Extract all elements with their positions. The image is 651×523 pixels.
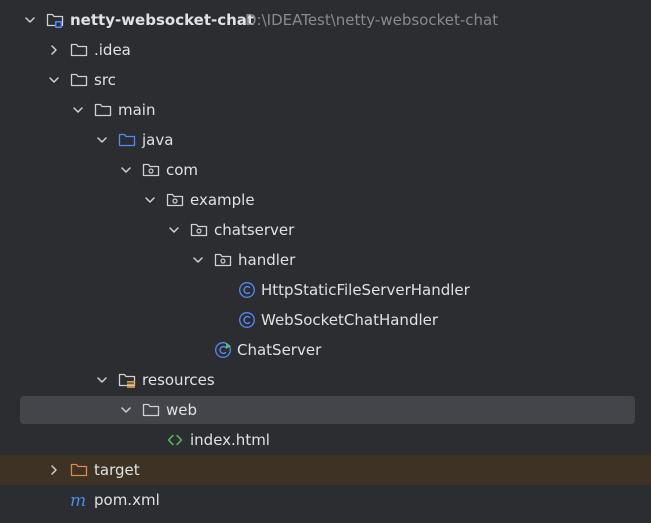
package-icon: [166, 193, 184, 207]
folder-icon: [94, 103, 112, 117]
chat-server-label: ChatServer: [237, 341, 322, 359]
folder-icon: [142, 403, 160, 417]
handler-label: handler: [238, 251, 296, 269]
java-main-class-icon: [215, 342, 231, 358]
chevron-right-icon[interactable]: [48, 44, 60, 56]
svg-text:m: m: [70, 491, 86, 509]
java-class-icon: [239, 282, 255, 298]
tree-row-ws-handler[interactable]: WebSocketChatHandler: [0, 305, 651, 335]
tree-row-pom[interactable]: m pom.xml: [0, 485, 651, 515]
root-path: D:\IDEATest\netty-websocket-chat: [245, 11, 499, 29]
package-icon: [214, 253, 232, 267]
tree-row-http-handler[interactable]: HttpStaticFileServerHandler: [0, 275, 651, 305]
chevron-right-icon[interactable]: [48, 464, 60, 476]
tree-row-java[interactable]: java: [0, 125, 651, 155]
tree-row-resources[interactable]: resources: [0, 365, 651, 395]
tree-bottom-edge: [0, 515, 651, 523]
tree-row-web[interactable]: web: [0, 395, 651, 425]
ws-handler-label: WebSocketChatHandler: [261, 311, 439, 329]
package-icon: [190, 223, 208, 237]
html-file-icon: [167, 434, 183, 446]
tree-row-main[interactable]: main: [0, 95, 651, 125]
chevron-down-icon[interactable]: [144, 194, 156, 206]
chevron-down-icon[interactable]: [120, 404, 132, 416]
src-label: src: [94, 71, 116, 89]
tree-row-target[interactable]: target: [0, 455, 651, 485]
tree-row-chat-server[interactable]: ChatServer: [0, 335, 651, 365]
chatserver-label: chatserver: [214, 221, 295, 239]
chevron-down-icon[interactable]: [48, 74, 60, 86]
chevron-down-icon[interactable]: [120, 164, 132, 176]
tree-row-handler[interactable]: handler: [0, 245, 651, 275]
chevron-down-icon[interactable]: [192, 254, 204, 266]
com-label: com: [166, 161, 199, 179]
chevron-down-icon[interactable]: [72, 104, 84, 116]
chevron-down-icon[interactable]: [96, 374, 108, 386]
tree-row-index-html[interactable]: index.html: [0, 425, 651, 455]
tree-row-chatserver[interactable]: chatserver: [0, 215, 651, 245]
chevron-down-icon[interactable]: [24, 14, 36, 26]
example-label: example: [190, 191, 255, 209]
java-label: java: [142, 131, 174, 149]
module-folder-icon: [46, 13, 64, 28]
chevron-down-icon[interactable]: [96, 134, 108, 146]
package-icon: [142, 163, 160, 177]
web-label: web: [166, 401, 198, 419]
main-label: main: [118, 101, 156, 119]
target-label: target: [94, 461, 140, 479]
excluded-folder-icon: [70, 463, 88, 477]
tree-row-src[interactable]: src: [0, 65, 651, 95]
folder-icon: [70, 73, 88, 87]
tree-row-example[interactable]: example: [0, 185, 651, 215]
project-tree: netty-websocket-chat D:\IDEATest\netty-w…: [0, 0, 651, 523]
tree-row-root[interactable]: netty-websocket-chat D:\IDEATest\netty-w…: [0, 5, 651, 35]
resources-folder-icon: [118, 373, 136, 388]
http-handler-label: HttpStaticFileServerHandler: [261, 281, 470, 299]
tree-row-com[interactable]: com: [0, 155, 651, 185]
resources-label: resources: [142, 371, 215, 389]
pom-label: pom.xml: [94, 491, 160, 509]
java-class-icon: [239, 312, 255, 328]
chevron-down-icon[interactable]: [168, 224, 180, 236]
selection-highlight: [20, 396, 635, 424]
maven-icon: m: [70, 491, 86, 509]
tree-row-idea[interactable]: .idea: [0, 35, 651, 65]
root-label: netty-websocket-chat: [70, 11, 255, 29]
idea-label: .idea: [94, 41, 131, 59]
folder-icon: [70, 43, 88, 57]
source-folder-icon: [118, 133, 136, 147]
index-html-label: index.html: [190, 431, 270, 449]
